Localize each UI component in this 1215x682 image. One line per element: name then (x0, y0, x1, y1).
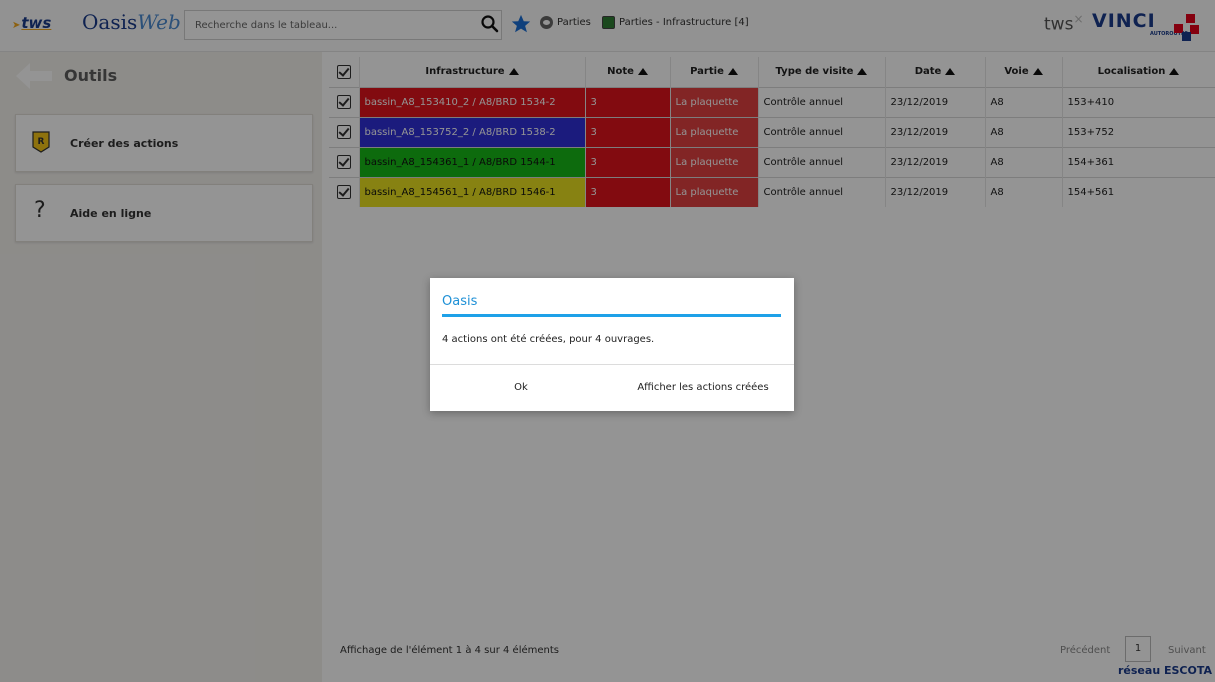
dialog-title-rule (442, 314, 781, 317)
confirmation-dialog: Oasis 4 actions ont été créées, pour 4 o… (430, 278, 794, 411)
dialog-message: 4 actions ont été créées, pour 4 ouvrage… (442, 334, 655, 345)
ok-button[interactable]: Ok (430, 365, 612, 411)
dialog-title: Oasis (442, 294, 478, 309)
show-created-actions-button[interactable]: Afficher les actions créées (612, 365, 794, 411)
